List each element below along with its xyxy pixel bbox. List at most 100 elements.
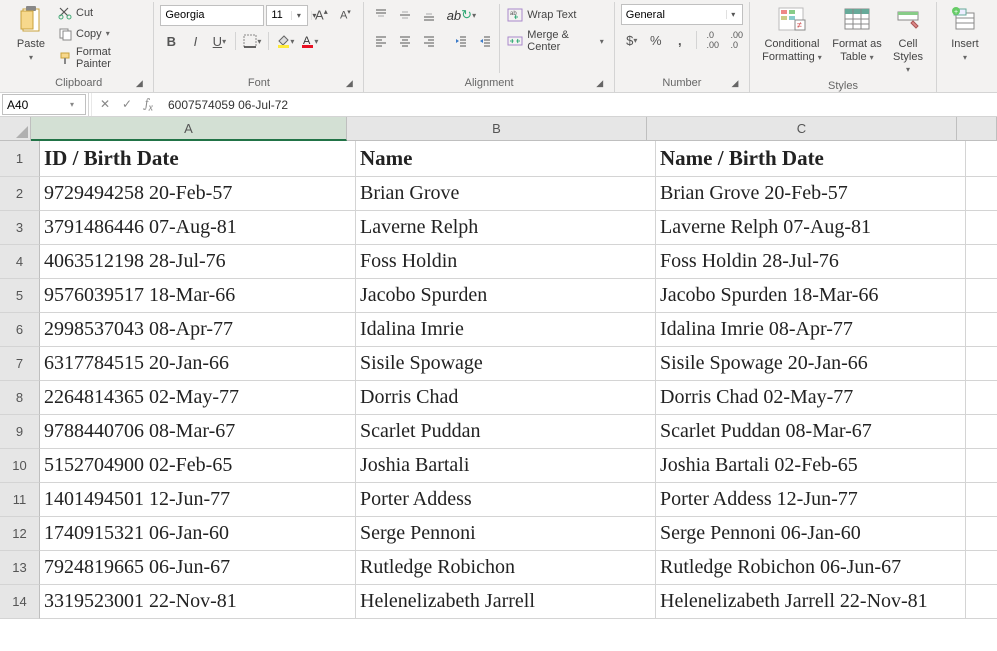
- cell[interactable]: 3791486446 07-Aug-81: [40, 211, 356, 245]
- cell[interactable]: 7924819665 06-Jun-67: [40, 551, 356, 585]
- cell[interactable]: Jacobo Spurden: [356, 279, 656, 313]
- cell[interactable]: Joshia Bartali: [356, 449, 656, 483]
- paste-button[interactable]: Paste▾: [10, 2, 52, 65]
- cell[interactable]: Brian Grove 20-Feb-57: [656, 177, 966, 211]
- increase-decimal-button[interactable]: .0.00: [702, 29, 724, 51]
- row-header[interactable]: 11: [0, 483, 40, 517]
- format-as-table-button[interactable]: Format as Table ▾: [828, 2, 886, 65]
- underline-button[interactable]: U▾: [208, 30, 230, 52]
- cell[interactable]: [966, 245, 997, 279]
- row-header[interactable]: 3: [0, 211, 40, 245]
- row-header[interactable]: 1: [0, 141, 40, 177]
- fx-button[interactable]: fx: [140, 96, 158, 113]
- merge-center-button[interactable]: Merge & Center ▾: [503, 27, 607, 55]
- cut-button[interactable]: Cut: [54, 2, 147, 23]
- cell[interactable]: 1740915321 06-Jan-60: [40, 517, 356, 551]
- cell[interactable]: [966, 347, 997, 381]
- font-name-combo[interactable]: ▾: [160, 5, 264, 26]
- cell[interactable]: [966, 279, 997, 313]
- cell[interactable]: [966, 381, 997, 415]
- bold-button[interactable]: B: [160, 30, 182, 52]
- font-size-input[interactable]: [267, 6, 291, 25]
- cell[interactable]: [966, 585, 997, 619]
- copy-button[interactable]: Copy ▾: [54, 23, 147, 44]
- conditional-formatting-button[interactable]: ≠ Conditional Formatting ▾: [756, 2, 828, 65]
- cell[interactable]: Porter Addess 12-Jun-77: [656, 483, 966, 517]
- font-color-button[interactable]: A▾: [298, 30, 320, 52]
- row-header[interactable]: 4: [0, 245, 40, 279]
- cell[interactable]: [966, 483, 997, 517]
- name-box-input[interactable]: [3, 98, 67, 112]
- percent-button[interactable]: %: [645, 29, 667, 51]
- cell[interactable]: Sisile Spowage: [356, 347, 656, 381]
- cell[interactable]: Foss Holdin 28-Jul-76: [656, 245, 966, 279]
- cell[interactable]: Name / Birth Date: [656, 141, 966, 177]
- column-header[interactable]: [957, 117, 997, 141]
- formula-input[interactable]: 6007574059 06-Jul-72: [162, 98, 997, 112]
- cell[interactable]: Rutledge Robichon 06-Jun-67: [656, 551, 966, 585]
- cell[interactable]: Serge Pennoni 06-Jan-60: [656, 517, 966, 551]
- insert-button[interactable]: + Insert▾: [943, 2, 987, 65]
- cell[interactable]: 4063512198 28-Jul-76: [40, 245, 356, 279]
- fill-color-button[interactable]: ▾: [274, 30, 296, 52]
- cell[interactable]: Scarlet Puddan: [356, 415, 656, 449]
- cell[interactable]: [966, 415, 997, 449]
- cell[interactable]: Idalina Imrie: [356, 313, 656, 347]
- italic-button[interactable]: I: [184, 30, 206, 52]
- cell[interactable]: 3319523001 22-Nov-81: [40, 585, 356, 619]
- cell[interactable]: Laverne Relph: [356, 211, 656, 245]
- cell[interactable]: Dorris Chad 02-May-77: [656, 381, 966, 415]
- cell[interactable]: Laverne Relph 07-Aug-81: [656, 211, 966, 245]
- cell[interactable]: ID / Birth Date: [40, 141, 356, 177]
- cell[interactable]: Helenelizabeth Jarrell: [356, 585, 656, 619]
- chevron-down-icon[interactable]: ▾: [726, 10, 740, 19]
- cell[interactable]: 1401494501 12-Jun-77: [40, 483, 356, 517]
- cell[interactable]: Helenelizabeth Jarrell 22-Nov-81: [656, 585, 966, 619]
- comma-button[interactable]: ,: [669, 29, 691, 51]
- decrease-decimal-button[interactable]: .00.0: [726, 29, 748, 51]
- row-header[interactable]: 12: [0, 517, 40, 551]
- row-header[interactable]: 5: [0, 279, 40, 313]
- chevron-down-icon[interactable]: ▾: [67, 100, 77, 109]
- name-box[interactable]: ▾: [2, 94, 86, 115]
- cell[interactable]: Jacobo Spurden 18-Mar-66: [656, 279, 966, 313]
- cell[interactable]: Joshia Bartali 02-Feb-65: [656, 449, 966, 483]
- orientation-button[interactable]: ab↻▾: [450, 4, 472, 26]
- cell[interactable]: 6317784515 20-Jan-66: [40, 347, 356, 381]
- cell[interactable]: [966, 449, 997, 483]
- align-right-button[interactable]: [418, 30, 440, 52]
- cell[interactable]: [966, 551, 997, 585]
- format-painter-button[interactable]: Format Painter: [54, 44, 147, 72]
- align-top-button[interactable]: [370, 4, 392, 26]
- cell[interactable]: Name: [356, 141, 656, 177]
- dialog-launcher-alignment[interactable]: ◢: [594, 77, 606, 89]
- cell[interactable]: Rutledge Robichon: [356, 551, 656, 585]
- number-format-combo[interactable]: ▾: [621, 4, 743, 25]
- row-header[interactable]: 8: [0, 381, 40, 415]
- increase-font-button[interactable]: A▴: [310, 4, 332, 26]
- row-header[interactable]: 10: [0, 449, 40, 483]
- align-left-button[interactable]: [370, 30, 392, 52]
- cell[interactable]: [966, 141, 997, 177]
- cell[interactable]: [966, 517, 997, 551]
- cell[interactable]: 9788440706 08-Mar-67: [40, 415, 356, 449]
- decrease-indent-button[interactable]: [450, 30, 472, 52]
- select-all-corner[interactable]: [0, 117, 31, 141]
- increase-indent-button[interactable]: [474, 30, 496, 52]
- cell[interactable]: 9576039517 18-Mar-66: [40, 279, 356, 313]
- row-header[interactable]: 2: [0, 177, 40, 211]
- cell[interactable]: [966, 177, 997, 211]
- row-header[interactable]: 9: [0, 415, 40, 449]
- cell[interactable]: Sisile Spowage 20-Jan-66: [656, 347, 966, 381]
- column-header[interactable]: B: [347, 117, 647, 141]
- cell[interactable]: Serge Pennoni: [356, 517, 656, 551]
- cell[interactable]: Brian Grove: [356, 177, 656, 211]
- cell[interactable]: 2264814365 02-May-77: [40, 381, 356, 415]
- row-header[interactable]: 14: [0, 585, 40, 619]
- cell[interactable]: Foss Holdin: [356, 245, 656, 279]
- font-size-combo[interactable]: ▾: [266, 5, 308, 26]
- dialog-launcher-number[interactable]: ◢: [729, 77, 741, 89]
- decrease-font-button[interactable]: A▾: [334, 4, 356, 26]
- cell[interactable]: Idalina Imrie 08-Apr-77: [656, 313, 966, 347]
- align-bottom-button[interactable]: [418, 4, 440, 26]
